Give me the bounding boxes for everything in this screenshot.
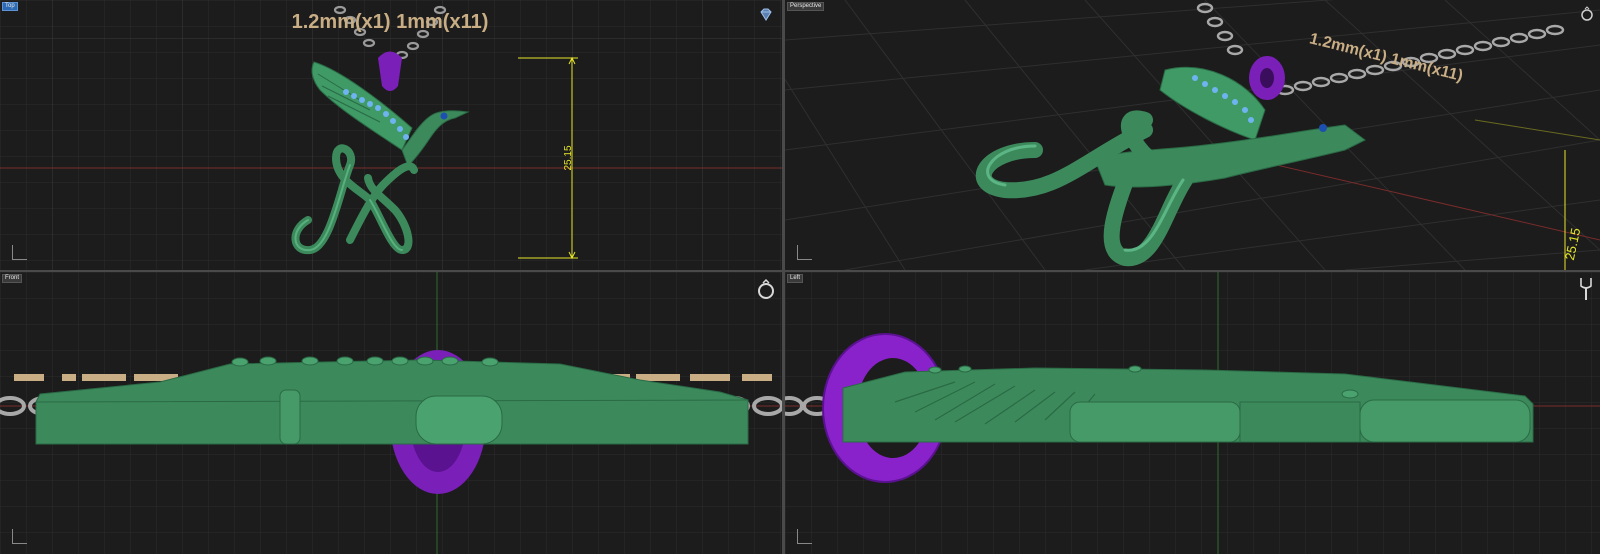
left-viewport-canvas[interactable] — [785, 272, 1600, 554]
ring-icon[interactable] — [755, 278, 777, 300]
left-viewport[interactable]: Left — [785, 272, 1600, 554]
top-viewport-label[interactable]: Top — [2, 2, 18, 11]
axis-indicator — [797, 245, 812, 260]
tuning-fork-icon[interactable] — [1577, 276, 1595, 302]
axis-indicator — [12, 529, 27, 544]
axis-indicator — [797, 529, 812, 544]
perspective-viewport-label[interactable]: Perspective — [787, 2, 825, 11]
bird-eye-gem — [440, 112, 448, 120]
front-viewport-canvas[interactable] — [0, 272, 782, 554]
viewport-grid: 25.15 1.2mm(x1) 1mm(x11) Top 1.2mm(x1) 1… — [0, 0, 1600, 554]
stone-annotation: 1.2mm(x1) 1mm(x11) — [292, 11, 489, 33]
front-viewport[interactable]: Front — [0, 272, 782, 554]
perspective-viewport[interactable]: 1.2mm(x1) 1mm(x11) 25.15 Perspective — [785, 0, 1600, 270]
left-viewport-label[interactable]: Left — [787, 274, 804, 283]
bird-eye-gem — [1319, 124, 1327, 132]
front-viewport-label[interactable]: Front — [2, 274, 23, 283]
ring-icon[interactable] — [1580, 6, 1594, 22]
axis-indicator — [12, 245, 27, 260]
perspective-viewport-canvas[interactable]: 1.2mm(x1) 1mm(x11) 25.15 — [785, 0, 1600, 270]
top-viewport[interactable]: 25.15 1.2mm(x1) 1mm(x11) Top — [0, 0, 782, 270]
dimension-value: 25.15 — [563, 145, 574, 170]
gem-icon[interactable] — [758, 8, 774, 22]
top-viewport-canvas[interactable]: 25.15 1.2mm(x1) 1mm(x11) — [0, 0, 782, 270]
